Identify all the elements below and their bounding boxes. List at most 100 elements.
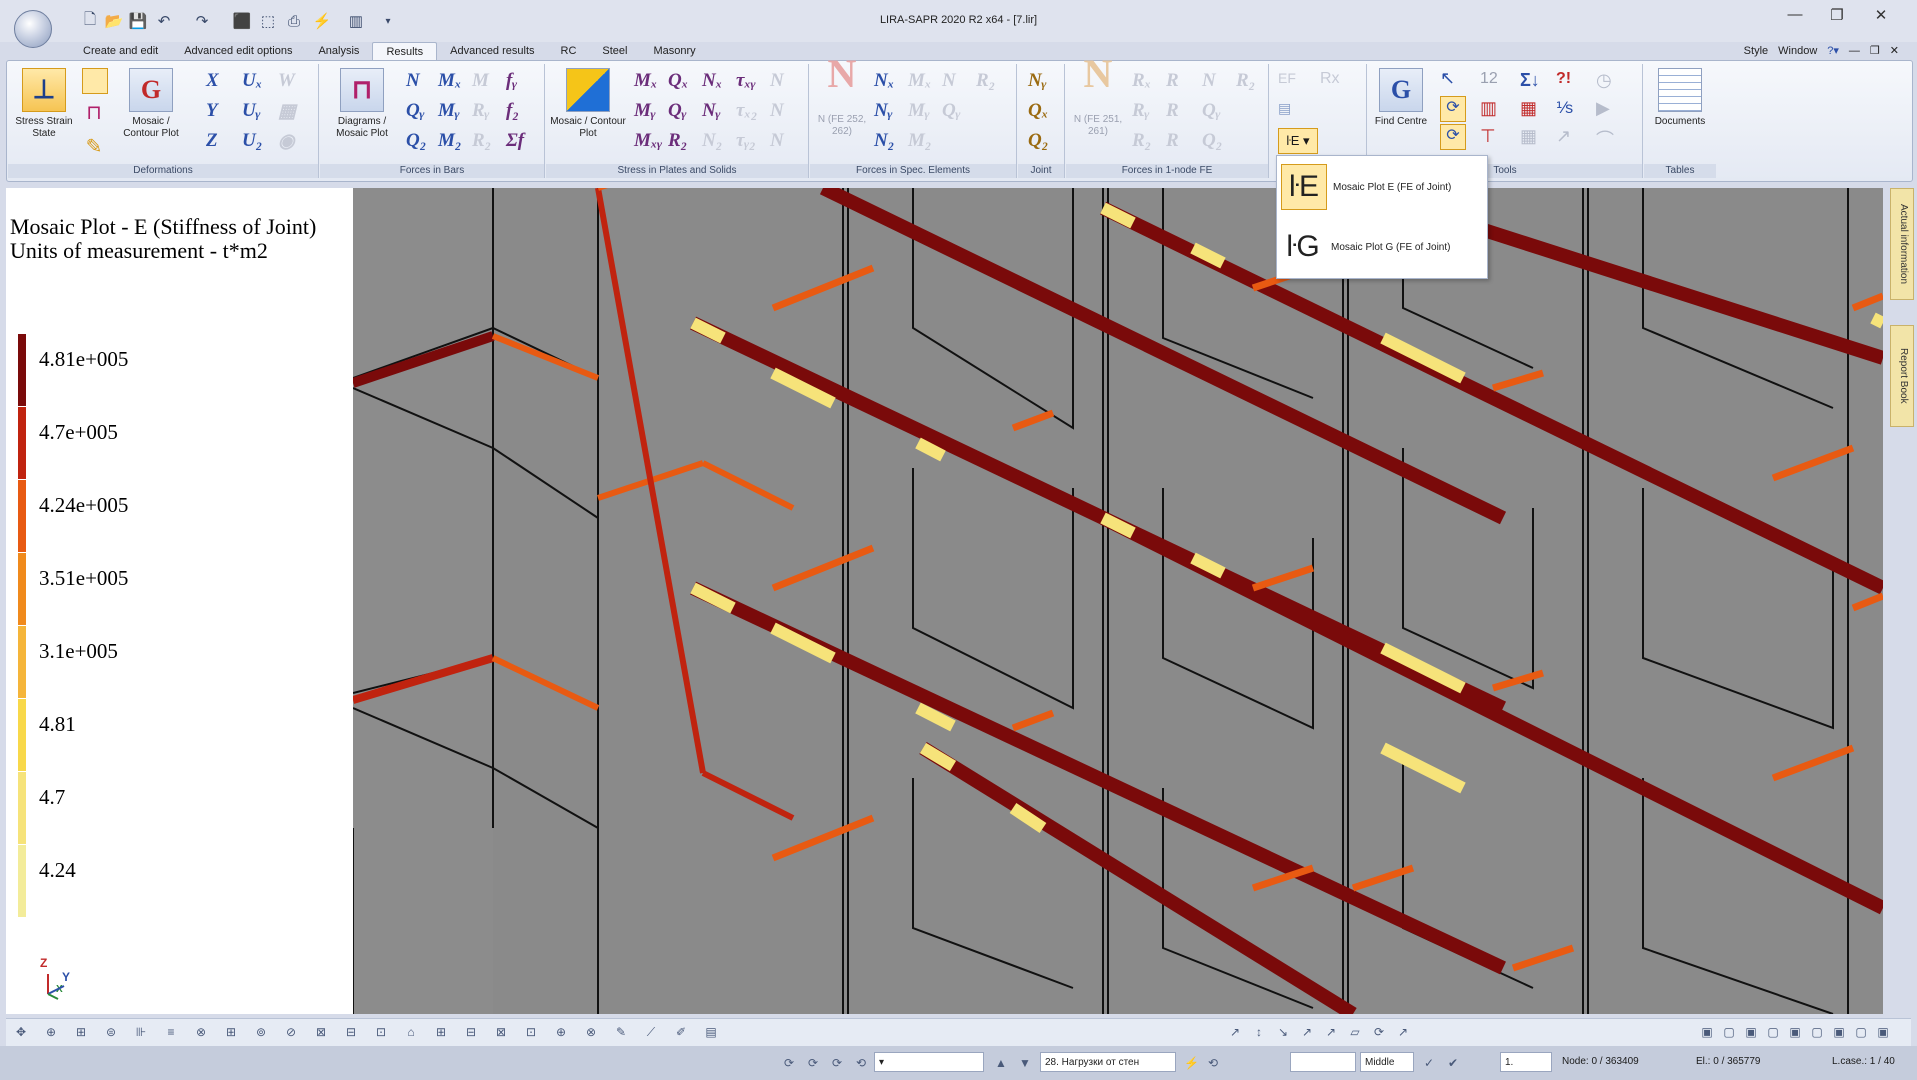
view-tool-icon[interactable]: ⊗	[194, 1025, 208, 1039]
spec-ny-icon[interactable]: Nᵧ	[874, 100, 892, 122]
side-tab-report-book[interactable]: Report Book	[1890, 325, 1914, 427]
spec-nx-icon[interactable]: Nₓ	[874, 70, 894, 92]
prev-loadcase-icon[interactable]: ▲	[994, 1056, 1008, 1070]
stress-strain-state-button[interactable]: ⊥ Stress Strain State	[12, 68, 76, 140]
view-tool-icon[interactable]: ⊡	[524, 1025, 538, 1039]
view-tool-icon[interactable]: ⊪	[134, 1025, 148, 1039]
plate-qx-icon[interactable]: Qₓ	[668, 70, 688, 92]
restore-button[interactable]: ❐	[1822, 6, 1852, 28]
documents-button[interactable]: Documents	[1650, 68, 1710, 128]
uy-icon[interactable]: Uᵧ	[242, 100, 260, 122]
deformation-mode-icon[interactable]	[82, 68, 108, 94]
projection-tool-icon[interactable]: ▱	[1348, 1025, 1362, 1039]
support-icon[interactable]: ⊤	[1480, 126, 1496, 147]
projection-tool-icon[interactable]: ↕	[1252, 1025, 1266, 1039]
status-refresh4-icon[interactable]: ⟲	[854, 1056, 868, 1070]
projection-tool-icon[interactable]: ⟳	[1372, 1025, 1386, 1039]
view-tool-icon[interactable]: ⊡	[374, 1025, 388, 1039]
view-tool-icon[interactable]: ⊠	[314, 1025, 328, 1039]
view-tool-icon[interactable]: ✎	[614, 1025, 628, 1039]
view-tool-icon[interactable]: ▤	[704, 1025, 718, 1039]
menu-item-mosaic-plot-e[interactable]: ŀE Mosaic Plot E (FE of Joint)	[1281, 162, 1481, 212]
frame-icon[interactable]: ⊓	[82, 100, 106, 124]
help-icon[interactable]: ?▾	[1827, 42, 1839, 60]
view-tool-icon[interactable]: ⊚	[254, 1025, 268, 1039]
position-select[interactable]: Middle	[1360, 1052, 1414, 1072]
joint-ny-icon[interactable]: Nᵧ	[1028, 70, 1046, 92]
refresh-tool-icon[interactable]: ⟳	[1440, 96, 1466, 122]
joint-qx-icon[interactable]: Qₓ	[1028, 100, 1048, 122]
close-button[interactable]: ✕	[1866, 6, 1896, 28]
z-displacement-icon[interactable]: Z	[206, 130, 218, 152]
ribbon-close-icon[interactable]: ✕	[1890, 42, 1899, 60]
render-mode-icon[interactable]: ▢	[1810, 1025, 1824, 1039]
cursor-tool-icon[interactable]: ↖	[1440, 68, 1464, 92]
view-tool-icon[interactable]: ⊞	[74, 1025, 88, 1039]
x-displacement-icon[interactable]: X	[206, 70, 219, 92]
window-menu[interactable]: Window	[1778, 42, 1817, 60]
plate-mxy-icon[interactable]: Mₓᵧ	[634, 130, 662, 152]
fz-icon[interactable]: f₂	[506, 100, 519, 122]
render-mode-icon[interactable]: ▣	[1788, 1025, 1802, 1039]
spec-nz-icon[interactable]: N₂	[874, 130, 894, 152]
plate-nx-icon[interactable]: Nₓ	[702, 70, 722, 92]
y-displacement-icon[interactable]: Y	[206, 100, 218, 122]
numbering-icon[interactable]: 12	[1480, 70, 1498, 88]
view-tool-icon[interactable]: ✐	[674, 1025, 688, 1039]
view-tool-icon[interactable]: ⊠	[494, 1025, 508, 1039]
color-scale-icon[interactable]: ▦	[1520, 98, 1537, 119]
sum-f-icon[interactable]: Σf	[506, 130, 524, 152]
diagrams-mosaic-plot-button[interactable]: ⊓ Diagrams / Mosaic Plot	[324, 68, 400, 140]
tab-masonry[interactable]: Masonry	[640, 42, 708, 60]
view-tool-icon[interactable]: ⊟	[464, 1025, 478, 1039]
view-tool-icon[interactable]: ⊘	[284, 1025, 298, 1039]
mosaic-plot-e-split-button[interactable]: ŀE ▾	[1278, 128, 1318, 154]
view-tool-icon[interactable]: ⟋	[644, 1025, 658, 1039]
tab-create-and-edit[interactable]: Create and edit	[70, 42, 171, 60]
tab-advanced-results[interactable]: Advanced results	[437, 42, 547, 60]
view-tool-icon[interactable]: ⊕	[554, 1025, 568, 1039]
side-tab-actual-information[interactable]: Actual information	[1890, 188, 1914, 300]
status-blank-dropdown[interactable]: ▾	[874, 1052, 984, 1072]
ux-icon[interactable]: Uₓ	[242, 70, 262, 92]
model-viewport[interactable]	[353, 188, 1883, 1014]
zoom-select[interactable]: 1.	[1500, 1052, 1552, 1072]
view-tool-icon[interactable]: ⊞	[224, 1025, 238, 1039]
view-tool-icon[interactable]: ⊕	[44, 1025, 58, 1039]
mosaic-contour-plot-plates-button[interactable]: Mosaic / Contour Plot	[550, 68, 626, 140]
bar-chart-icon[interactable]: ▥	[1480, 98, 1497, 119]
uz-icon[interactable]: U₂	[242, 130, 262, 152]
mz-icon[interactable]: M₂	[438, 130, 462, 152]
status-refresh3-icon[interactable]: ⟳	[830, 1056, 844, 1070]
style-menu[interactable]: Style	[1744, 42, 1768, 60]
fy-icon[interactable]: fᵧ	[506, 70, 517, 92]
plate-ny-icon[interactable]: Nᵧ	[702, 100, 720, 122]
check-question-icon[interactable]: ?!	[1556, 70, 1571, 88]
plate-my-icon[interactable]: Mᵧ	[634, 100, 656, 122]
fraction-hs-icon[interactable]: ⅟s	[1556, 98, 1573, 118]
view-tool-icon[interactable]: ⌂	[404, 1025, 418, 1039]
projection-tool-icon[interactable]: ↗	[1324, 1025, 1338, 1039]
plate-mx-icon[interactable]: Mₓ	[634, 70, 657, 92]
view-tool-icon[interactable]: ⊟	[344, 1025, 358, 1039]
sum-icon[interactable]: Σ↓	[1520, 70, 1540, 91]
qz-icon[interactable]: Q₂	[406, 130, 426, 152]
pencil-icon[interactable]: ✎	[82, 134, 106, 158]
my-icon[interactable]: Mᵧ	[438, 100, 460, 122]
render-mode-icon[interactable]: ▢	[1766, 1025, 1780, 1039]
joint-qz-icon[interactable]: Q₂	[1028, 130, 1048, 152]
view-tool-icon[interactable]: ⊗	[584, 1025, 598, 1039]
tab-rc[interactable]: RC	[548, 42, 590, 60]
status-refresh-icon[interactable]: ⟳	[782, 1056, 796, 1070]
render-mode-icon[interactable]: ▢	[1722, 1025, 1736, 1039]
check2-icon[interactable]: ✔	[1446, 1056, 1460, 1070]
tab-results[interactable]: Results	[372, 42, 438, 61]
mx-icon[interactable]: Mₓ	[438, 70, 461, 92]
projection-tool-icon[interactable]: ↘	[1276, 1025, 1290, 1039]
render-mode-icon[interactable]: ▣	[1700, 1025, 1714, 1039]
ef-plot-icon[interactable]: ▤	[1278, 100, 1308, 122]
tab-advanced-edit-options[interactable]: Advanced edit options	[171, 42, 305, 60]
projection-tool-icon[interactable]: ↗	[1396, 1025, 1410, 1039]
projection-tool-icon[interactable]: ↗	[1228, 1025, 1242, 1039]
status-tool2-icon[interactable]: ⟲	[1206, 1056, 1220, 1070]
